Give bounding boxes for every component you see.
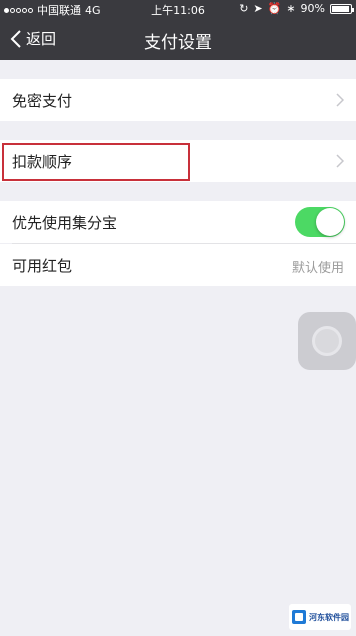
prefer-jifenbao-toggle[interactable] xyxy=(295,207,345,237)
screen-rotation-lock-icon: ↻ xyxy=(239,2,249,15)
row-prefer-jifenbao: 优先使用集分宝 xyxy=(0,201,356,243)
row-prefer-jifenbao-label: 优先使用集分宝 xyxy=(12,214,118,232)
status-right: ↻ ➤ ⏰ ∗ 90% xyxy=(239,2,354,15)
battery-percent: 90% xyxy=(300,2,325,15)
toggle-knob xyxy=(316,208,344,236)
row-free-pay-label: 免密支付 xyxy=(12,92,73,110)
navigation-bar: 返回 支付设置 xyxy=(0,18,356,60)
bluetooth-icon: ∗ xyxy=(286,2,296,15)
location-icon: ➤ xyxy=(253,2,263,15)
row-red-packet-value: 默认使用 xyxy=(291,261,344,276)
alarm-icon: ⏰ xyxy=(267,2,282,15)
status-bar: 中国联通 4G 上午11:06 ↻ ➤ ⏰ ∗ 90% xyxy=(0,0,356,18)
screen: 中国联通 4G 上午11:06 ↻ ➤ ⏰ ∗ 90% 返回 支付设置 免密支付 xyxy=(0,0,356,636)
assistive-touch-button[interactable] xyxy=(298,312,356,370)
battery-icon xyxy=(330,3,354,14)
row-free-pay[interactable]: 免密支付 xyxy=(0,79,356,121)
highlight-box xyxy=(2,143,190,181)
chevron-right-icon xyxy=(336,154,344,168)
watermark-text: 河东软件园 xyxy=(309,612,349,622)
row-red-packet[interactable]: 可用红包 默认使用 xyxy=(0,244,356,286)
page-title: 支付设置 xyxy=(144,33,212,53)
chevron-right-icon xyxy=(336,93,344,107)
row-red-packet-label: 可用红包 xyxy=(12,257,73,275)
assistive-touch-icon xyxy=(312,326,342,356)
watermark-logo-icon xyxy=(292,610,306,624)
watermark: 河东软件园 xyxy=(289,604,351,630)
